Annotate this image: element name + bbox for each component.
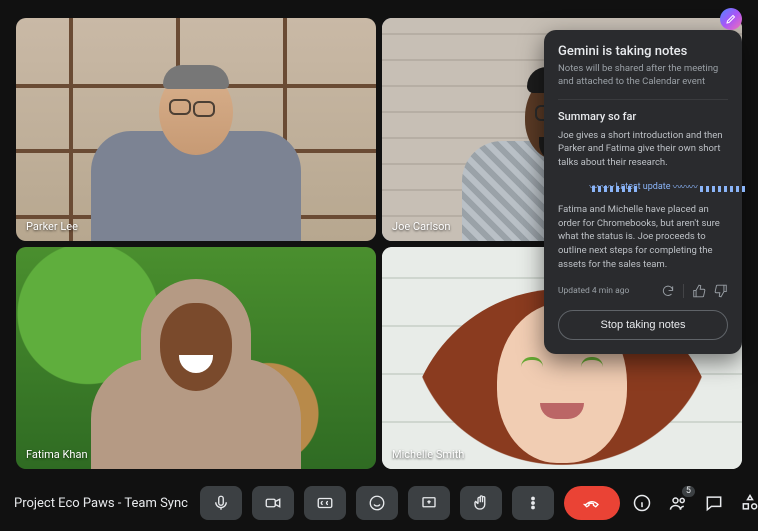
gemini-notes-panel: Gemini is taking notes Notes will be sha… bbox=[544, 30, 742, 354]
meet-app: Parker Lee Joe Carlson bbox=[0, 0, 758, 531]
stop-taking-notes-button[interactable]: Stop taking notes bbox=[558, 310, 728, 340]
refresh-icon[interactable] bbox=[661, 284, 675, 298]
summary-body: Joe gives a short introduction and then … bbox=[558, 129, 728, 170]
more-vertical-icon bbox=[524, 494, 542, 512]
shapes-icon bbox=[740, 493, 758, 513]
camera-button[interactable] bbox=[252, 486, 294, 520]
notes-title: Gemini is taking notes bbox=[558, 44, 728, 59]
divider bbox=[683, 284, 684, 298]
end-call-button[interactable] bbox=[564, 486, 620, 520]
hand-icon bbox=[472, 494, 490, 512]
present-icon bbox=[420, 494, 438, 512]
mic-icon bbox=[212, 494, 230, 512]
smiley-icon bbox=[368, 494, 386, 512]
notes-footer: Updated 4 min ago bbox=[558, 284, 728, 298]
latest-body: Fatima and Michelle have placed an order… bbox=[558, 203, 728, 272]
participant-name: Fatima Khan bbox=[26, 448, 88, 461]
updated-text: Updated 4 min ago bbox=[558, 286, 653, 296]
control-bar: Project Eco Paws - Team Sync bbox=[0, 475, 758, 531]
participant-tile-fatima[interactable]: Fatima Khan bbox=[16, 247, 376, 470]
meeting-name: Project Eco Paws - Team Sync bbox=[14, 496, 188, 511]
participant-name: Parker Lee bbox=[26, 220, 78, 233]
latest-update-divider: 〰〰〰 Latest update 〰〰〰 bbox=[558, 180, 728, 193]
participant-avatar bbox=[91, 359, 301, 469]
captions-icon bbox=[316, 494, 334, 512]
info-icon bbox=[632, 493, 652, 513]
mic-button[interactable] bbox=[200, 486, 242, 520]
gemini-fab[interactable] bbox=[720, 8, 742, 30]
captions-button[interactable] bbox=[304, 486, 346, 520]
pencil-icon bbox=[725, 13, 737, 25]
participant-name: Joe Carlson bbox=[392, 220, 450, 233]
thumbs-down-icon[interactable] bbox=[714, 284, 728, 298]
notes-subtitle: Notes will be shared after the meeting a… bbox=[558, 63, 728, 89]
camera-icon bbox=[264, 494, 282, 512]
participant-name: Michelle Smith bbox=[392, 448, 464, 461]
meeting-details-button[interactable] bbox=[632, 493, 652, 513]
more-options-button[interactable] bbox=[512, 486, 554, 520]
call-controls bbox=[200, 486, 620, 520]
chat-button[interactable] bbox=[704, 493, 724, 513]
reactions-button[interactable] bbox=[356, 486, 398, 520]
latest-label: Latest update bbox=[616, 182, 671, 192]
participant-count-badge: 5 bbox=[682, 486, 695, 497]
summary-heading: Summary so far bbox=[558, 110, 728, 123]
participant-avatar bbox=[91, 155, 301, 241]
chat-icon bbox=[704, 493, 724, 513]
present-button[interactable] bbox=[408, 486, 450, 520]
phone-hangup-icon bbox=[583, 494, 601, 512]
people-button[interactable]: 5 bbox=[668, 493, 688, 513]
thumbs-up-icon[interactable] bbox=[692, 284, 706, 298]
right-panel-icons: 5 bbox=[632, 493, 758, 513]
activities-button[interactable] bbox=[740, 493, 758, 513]
participant-tile-parker[interactable]: Parker Lee bbox=[16, 18, 376, 241]
raise-hand-button[interactable] bbox=[460, 486, 502, 520]
divider bbox=[558, 99, 728, 100]
